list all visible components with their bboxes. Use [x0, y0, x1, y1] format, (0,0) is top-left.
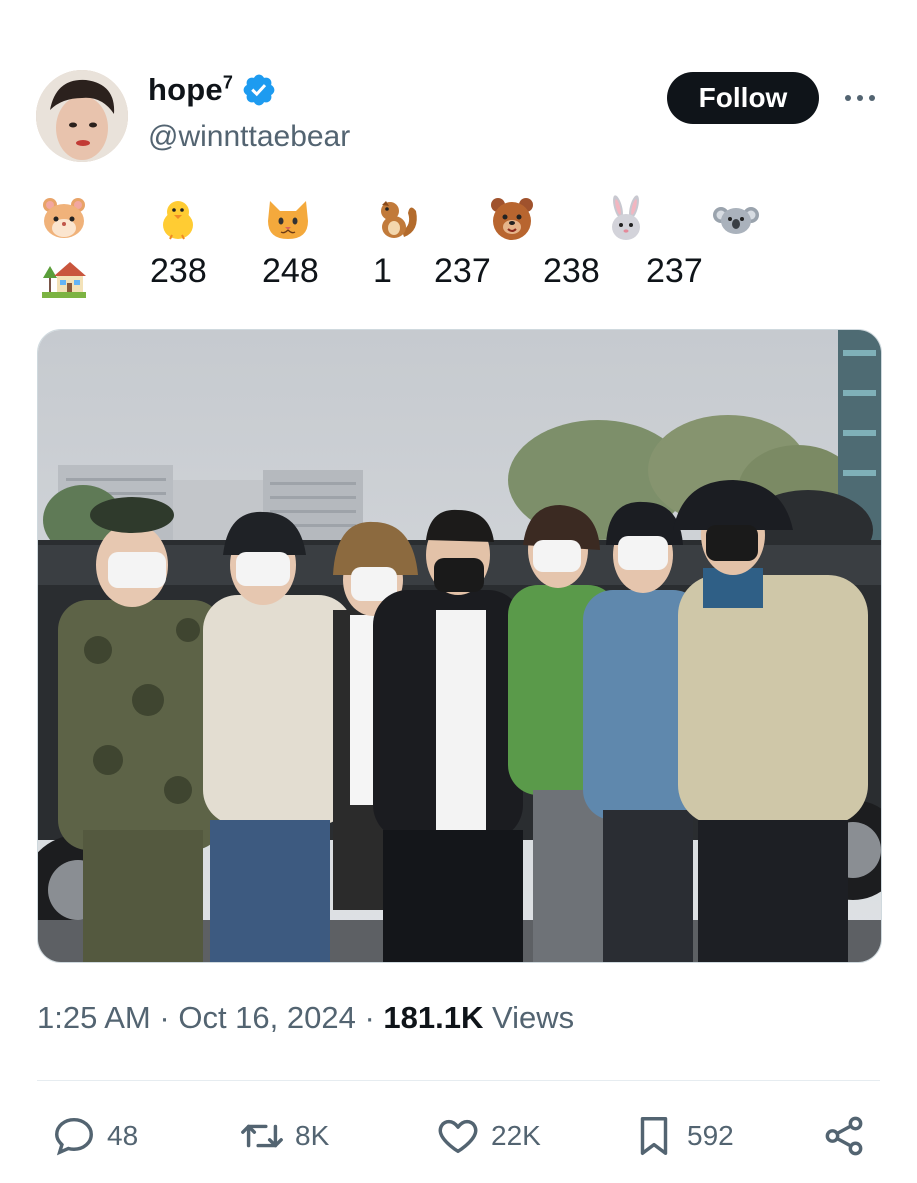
count-bear: 237: [434, 252, 491, 290]
tweet-time[interactable]: 1:25 AM: [37, 1000, 151, 1035]
count-rabbit: 238: [543, 252, 600, 290]
count-cat: 248: [262, 252, 319, 290]
like-button[interactable]: 22K: [435, 1108, 541, 1164]
share-icon: [825, 1116, 863, 1156]
count-koala: 237: [646, 252, 703, 290]
views-count: 181.1K: [383, 1000, 484, 1035]
group-photo-image: [38, 330, 881, 962]
repost-button[interactable]: 8K: [239, 1108, 329, 1164]
cat-icon: [268, 201, 308, 239]
rabbit-icon: [612, 195, 640, 240]
action-bar: 48 8K 22K 592: [37, 1108, 880, 1168]
bookmark-icon: [640, 1117, 668, 1155]
tweet-date[interactable]: Oct 16, 2024: [178, 1000, 356, 1035]
chipmunk-icon: [381, 201, 417, 238]
author-handle[interactable]: @winnttaebear: [148, 120, 350, 154]
share-button[interactable]: [821, 1108, 867, 1164]
more-options-icon[interactable]: [840, 80, 880, 116]
like-count: 22K: [491, 1120, 541, 1151]
bookmark-button[interactable]: 592: [631, 1108, 734, 1164]
bookmark-count: 592: [687, 1120, 734, 1151]
reply-count: 48: [107, 1120, 139, 1151]
reply-button[interactable]: 48: [51, 1108, 138, 1164]
tweet-meta: 1:25 AM · Oct 16, 2024 · 181.1K Views: [37, 1000, 574, 1036]
follow-button[interactable]: Follow: [667, 72, 819, 124]
views-label: Views: [492, 1000, 575, 1035]
bear-icon: [491, 198, 533, 240]
count-chipmunk: 1: [373, 252, 392, 290]
house-icon: [42, 262, 86, 298]
count-chick: 238: [150, 252, 207, 290]
repost-count: 8K: [295, 1120, 330, 1151]
avatar[interactable]: [36, 70, 128, 162]
heart-icon: [438, 1119, 478, 1154]
verified-badge-icon: [243, 74, 275, 106]
meta-separator: ·: [364, 1000, 375, 1035]
tweet-photo[interactable]: [37, 329, 882, 963]
author-name-row[interactable]: hope7: [148, 72, 277, 108]
koala-icon: [713, 207, 759, 234]
tweet-header: hope7 @winnttaebear Follow: [0, 0, 917, 170]
repost-icon: [241, 1124, 283, 1148]
author-display-name[interactable]: hope7: [148, 72, 233, 108]
emoji-counts-row: 238 248 1 237 238 237: [40, 252, 800, 300]
hamster-icon: [43, 198, 85, 238]
meta-separator: ·: [159, 1000, 170, 1035]
chick-icon: [163, 201, 193, 240]
emoji-stats-row: [40, 195, 800, 245]
divider: [37, 1080, 880, 1081]
reply-icon: [55, 1117, 93, 1156]
